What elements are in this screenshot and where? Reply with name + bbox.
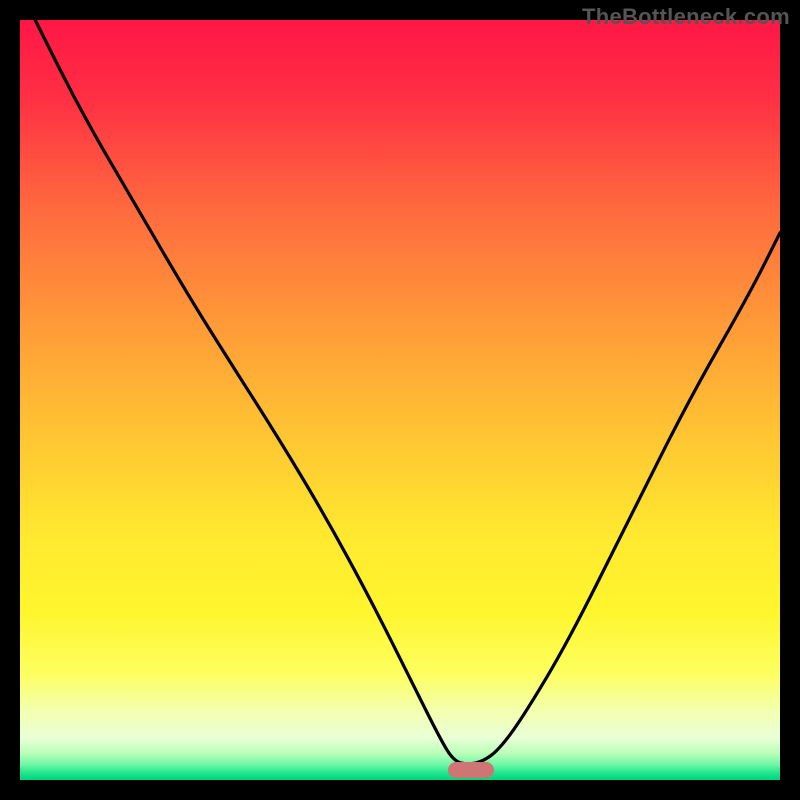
optimal-marker	[448, 762, 494, 778]
plot-area	[20, 20, 780, 780]
watermark-text: TheBottleneck.com	[582, 4, 790, 30]
chart-frame: TheBottleneck.com	[0, 0, 800, 800]
bottleneck-curve	[20, 20, 780, 780]
